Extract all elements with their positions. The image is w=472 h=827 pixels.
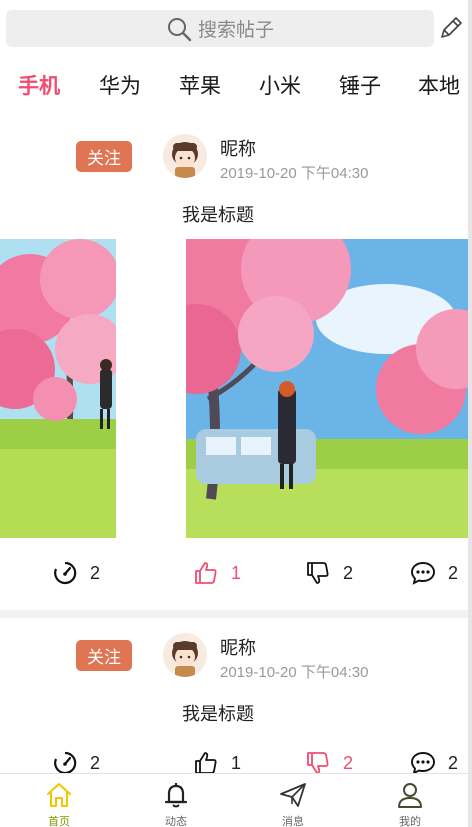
post-card[interactable]: 关注 昵称 2019-10-20 下午04:30 我是标题 2 1 2 2 bbox=[0, 0, 468, 610]
nickname: 昵称 bbox=[220, 139, 256, 159]
follow-button[interactable]: 关注 bbox=[76, 640, 132, 671]
avatar[interactable] bbox=[163, 134, 207, 178]
view-count[interactable]: 2 bbox=[52, 559, 100, 587]
cherry-blossom-image bbox=[0, 239, 116, 538]
cherry-blossom-image bbox=[186, 239, 468, 538]
comment-count: 2 bbox=[448, 562, 459, 583]
thumbs-up-icon bbox=[195, 562, 217, 584]
view-count-value: 2 bbox=[90, 752, 101, 773]
post-time: 2019-10-20 下午04:30 bbox=[220, 664, 369, 681]
nav-feed[interactable]: 动态 bbox=[136, 780, 216, 827]
comment-icon bbox=[411, 562, 435, 585]
views-icon bbox=[54, 561, 77, 585]
like-button[interactable]: 1 bbox=[193, 559, 241, 587]
bottom-nav: 首页 动态 消息 我的 bbox=[0, 773, 468, 827]
post-title[interactable]: 我是标题 bbox=[182, 700, 254, 726]
nav-home-label: 首页 bbox=[48, 816, 70, 827]
bell-icon bbox=[164, 783, 188, 808]
post-divider bbox=[0, 610, 468, 618]
nav-feed-label: 动态 bbox=[165, 816, 187, 827]
nickname: 昵称 bbox=[220, 638, 256, 658]
user-icon bbox=[398, 783, 422, 808]
avatar-image bbox=[163, 633, 207, 677]
post-image[interactable] bbox=[186, 239, 468, 538]
avatar[interactable] bbox=[163, 633, 207, 677]
comment-button[interactable]: 2 bbox=[410, 559, 458, 587]
view-count-value: 2 bbox=[90, 562, 101, 583]
avatar-image bbox=[163, 134, 207, 178]
nav-profile[interactable]: 我的 bbox=[370, 780, 450, 827]
post-image[interactable] bbox=[0, 239, 116, 538]
nav-profile-label: 我的 bbox=[399, 816, 421, 827]
nav-home[interactable]: 首页 bbox=[19, 780, 99, 827]
dislike-count: 2 bbox=[343, 562, 354, 583]
follow-button[interactable]: 关注 bbox=[76, 141, 132, 172]
like-count: 1 bbox=[231, 562, 242, 583]
post-card[interactable]: 关注 昵称 2019-10-20 下午04:30 我是标题 2 1 2 2 bbox=[0, 618, 468, 775]
scrollbar-track bbox=[468, 0, 472, 827]
paper-plane-icon bbox=[280, 783, 306, 807]
nav-messages[interactable]: 消息 bbox=[253, 780, 333, 827]
comment-count: 2 bbox=[448, 752, 459, 773]
dislike-count: 2 bbox=[343, 752, 354, 773]
thumbs-down-icon bbox=[307, 562, 329, 584]
home-icon bbox=[47, 783, 71, 807]
nav-messages-label: 消息 bbox=[282, 816, 304, 827]
like-count: 1 bbox=[231, 752, 242, 773]
post-time: 2019-10-20 下午04:30 bbox=[220, 165, 369, 182]
dislike-button[interactable]: 2 bbox=[305, 559, 353, 587]
post-title[interactable]: 我是标题 bbox=[182, 201, 254, 227]
